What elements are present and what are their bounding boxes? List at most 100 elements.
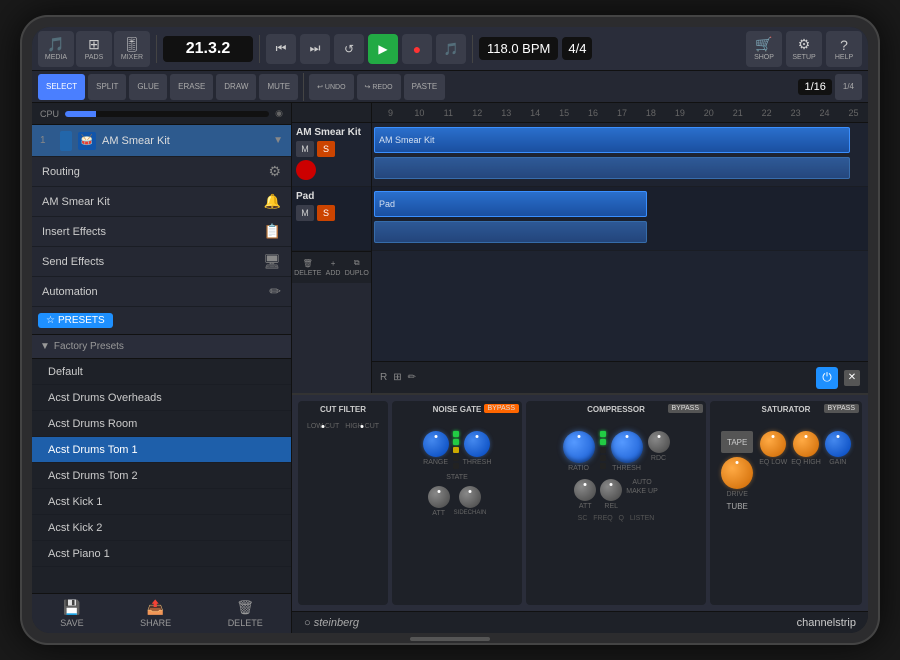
mute-tool[interactable]: MUTE bbox=[259, 74, 298, 100]
nav-automation[interactable]: Automation ✏ bbox=[32, 277, 291, 307]
main-area: CPU ◉ 1 🥁 AM Smear Kit ▼ Routing bbox=[32, 103, 868, 633]
preset-acst-piano1[interactable]: Acst Piano 1 bbox=[32, 541, 291, 567]
divider-tools bbox=[303, 73, 304, 101]
noise-gate-section: NOISE GATE BYPASS RANGE bbox=[392, 401, 522, 605]
select-tool[interactable]: SELECT bbox=[38, 74, 85, 100]
comp-att-knob[interactable] bbox=[574, 479, 596, 501]
toolbar-media-group: 🎵 MEDIA ⊞ PADS 🎚 MIXER bbox=[38, 31, 150, 67]
gain-knob[interactable] bbox=[825, 431, 851, 457]
comp-leds bbox=[600, 431, 606, 472]
clip-1b[interactable] bbox=[374, 157, 850, 179]
erase-tool[interactable]: ERASE bbox=[170, 74, 213, 100]
clip-2a[interactable]: Pad bbox=[374, 191, 647, 217]
forward-button[interactable]: ⏭ bbox=[300, 34, 330, 64]
preset-default[interactable]: Default bbox=[32, 359, 291, 385]
preset-acst-room[interactable]: Acst Drums Room bbox=[32, 411, 291, 437]
track-record-btn[interactable]: S bbox=[317, 141, 335, 157]
snap-display[interactable]: 1/16 bbox=[798, 79, 831, 95]
power-btn[interactable]: ⏻ bbox=[816, 367, 838, 389]
nav-send-effects[interactable]: Send Effects 🖥 bbox=[32, 247, 291, 277]
rdc-knob-group: RDC bbox=[648, 431, 670, 472]
play-button[interactable]: ▶ bbox=[368, 34, 398, 64]
close-x-btn[interactable]: ✕ bbox=[844, 370, 860, 386]
setup-button[interactable]: ⚙ SETUP bbox=[786, 31, 822, 67]
shop-button[interactable]: 🛒 SHOP bbox=[746, 31, 782, 67]
sidechain-knob[interactable] bbox=[459, 486, 481, 508]
paste-button[interactable]: PASTE bbox=[404, 74, 446, 100]
led-1 bbox=[453, 431, 459, 437]
draw-tool[interactable]: DRAW bbox=[216, 74, 256, 100]
saturator-bypass[interactable]: BYPASS bbox=[824, 404, 860, 413]
low-cut-knob-group: LOW CUT bbox=[307, 421, 339, 430]
rewind-icon: ⏮ bbox=[276, 41, 287, 56]
tube-btn[interactable]: TUBE bbox=[727, 502, 748, 511]
rewind-button[interactable]: ⏮ bbox=[266, 34, 296, 64]
redo-button[interactable]: ↪ REDO bbox=[357, 74, 401, 100]
preset-acst-overheads[interactable]: Acst Drums Overheads bbox=[32, 385, 291, 411]
comp-thresh-knob[interactable] bbox=[611, 431, 643, 463]
nav-routing[interactable]: Routing ⚙ bbox=[32, 157, 291, 187]
led-5 bbox=[453, 463, 459, 469]
ratio-knob-group: RATIO bbox=[563, 431, 595, 472]
undo-button[interactable]: ↩ UNDO bbox=[309, 74, 353, 100]
quantize-button[interactable]: 1/4 bbox=[835, 74, 862, 100]
track-bottom-controls: 🗑DELETE +ADD ⧉DUPLO bbox=[292, 251, 371, 283]
thresh-knob[interactable] bbox=[464, 431, 490, 457]
comp-att-knob-group: ATT bbox=[574, 479, 596, 510]
share-button[interactable]: 📤 SHARE bbox=[140, 599, 171, 628]
star-icon: ☆ bbox=[46, 315, 55, 326]
arranger-pencil-btn[interactable]: ✏ bbox=[408, 372, 416, 383]
nav-insert-effects[interactable]: Insert Effects 📋 bbox=[32, 217, 291, 247]
clip-1a[interactable]: AM Smear Kit bbox=[374, 127, 850, 153]
glue-tool[interactable]: GLUE bbox=[129, 74, 167, 100]
arranger-grid-btn[interactable]: ⊞ bbox=[393, 372, 401, 383]
bpm-display[interactable]: 118.0 BPM bbox=[479, 37, 558, 60]
arranger-r-btn[interactable]: R bbox=[380, 372, 387, 383]
plugin-section: ☆ PRESETS ▼ Factory Presets Default Acst… bbox=[32, 307, 291, 593]
record-button[interactable]: ● bbox=[402, 34, 432, 64]
att-knob[interactable] bbox=[428, 486, 450, 508]
track-mute-btn[interactable]: M bbox=[296, 141, 314, 157]
top-toolbar: 🎵 MEDIA ⊞ PADS 🎚 MIXER 21.3.2 ⏮ ⏭ bbox=[32, 27, 868, 71]
add-track-btn[interactable]: +ADD bbox=[326, 259, 341, 277]
pads-button[interactable]: ⊞ PADS bbox=[76, 31, 112, 67]
compressor-bypass[interactable]: BYPASS bbox=[668, 404, 704, 413]
media-button[interactable]: 🎵 MEDIA bbox=[38, 31, 74, 67]
delete-button[interactable]: 🗑 DELETE bbox=[228, 599, 263, 628]
clip-2b[interactable] bbox=[374, 221, 647, 243]
mixer-button[interactable]: 🎚 MIXER bbox=[114, 31, 150, 67]
time-sig-display[interactable]: 4/4 bbox=[562, 37, 592, 60]
comp-rel-knob[interactable] bbox=[600, 479, 622, 501]
track-color bbox=[60, 131, 72, 151]
help-button[interactable]: ? HELP bbox=[826, 31, 862, 67]
preset-acst-tom2[interactable]: Acst Drums Tom 2 bbox=[32, 463, 291, 489]
nav-am-smear[interactable]: AM Smear Kit 🔔 bbox=[32, 187, 291, 217]
rdc-knob[interactable] bbox=[648, 431, 670, 453]
drive-knob[interactable] bbox=[721, 457, 753, 489]
track2-record-btn[interactable]: S bbox=[317, 205, 335, 221]
divider-3 bbox=[472, 35, 473, 63]
loop-button[interactable]: ↺ bbox=[334, 34, 364, 64]
eq-high-knob-group: EQ HIGH bbox=[791, 431, 821, 466]
save-button[interactable]: 💾 SAVE bbox=[60, 599, 83, 628]
noise-gate-bypass[interactable]: BYPASS bbox=[484, 404, 520, 413]
preset-acst-kick2[interactable]: Acst Kick 2 bbox=[32, 515, 291, 541]
bottom-actions: 💾 SAVE 📤 SHARE 🗑 DELETE bbox=[32, 593, 291, 633]
metronome-button[interactable]: 🎵 bbox=[436, 34, 466, 64]
preset-acst-tom1[interactable]: Acst Drums Tom 1 bbox=[32, 437, 291, 463]
split-tool[interactable]: SPLIT bbox=[88, 74, 126, 100]
record-icon: ● bbox=[413, 41, 421, 57]
position-display[interactable]: 21.3.2 bbox=[163, 36, 253, 62]
track2-mute-btn[interactable]: M bbox=[296, 205, 314, 221]
eq-low-knob[interactable] bbox=[760, 431, 786, 457]
eq-high-knob[interactable] bbox=[793, 431, 819, 457]
delete-icon: 🗑 bbox=[236, 599, 254, 616]
duplo-btn[interactable]: ⧉DUPLO bbox=[345, 258, 369, 277]
ratio-knob[interactable] bbox=[563, 431, 595, 463]
presets-button[interactable]: ☆ PRESETS bbox=[38, 313, 113, 328]
track-record-arm[interactable] bbox=[296, 160, 316, 180]
range-knob[interactable] bbox=[423, 431, 449, 457]
track-1-item[interactable]: 1 🥁 AM Smear Kit ▼ bbox=[32, 125, 291, 157]
delete-track-btn[interactable]: 🗑DELETE bbox=[294, 259, 321, 277]
preset-acst-kick1[interactable]: Acst Kick 1 bbox=[32, 489, 291, 515]
